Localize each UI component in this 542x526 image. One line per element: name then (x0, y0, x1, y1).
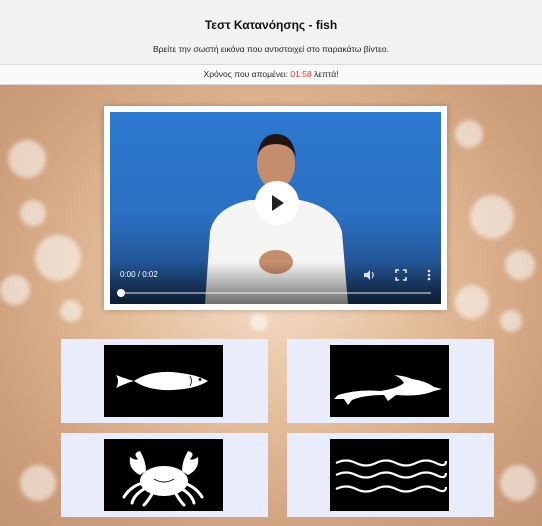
bokeh-light (500, 465, 536, 501)
instruction-text: Βρείτε την σωστή εικόνα που αντιστοιχεί … (152, 44, 390, 54)
fish-icon (116, 371, 208, 391)
answer-choice-dolphin[interactable] (287, 339, 494, 423)
video-frame: 0:00 / 0:02 (104, 106, 447, 310)
water-image (330, 439, 449, 511)
dolphin-image (330, 345, 449, 417)
bokeh-light (60, 300, 82, 322)
video-player[interactable]: 0:00 / 0:02 (110, 112, 441, 304)
fish-image (104, 345, 223, 417)
answer-choice-crab[interactable] (61, 433, 268, 517)
timer-value: 01:58 (290, 69, 312, 79)
crab-image (104, 439, 223, 511)
dolphin-icon (334, 375, 442, 405)
bokeh-light (455, 120, 483, 148)
timer-prefix: Χρόνος που απομένει: (203, 69, 291, 79)
progress-knob[interactable] (117, 289, 125, 297)
answer-choice-fish[interactable] (61, 339, 268, 423)
bokeh-light (35, 235, 81, 281)
bokeh-light (470, 195, 514, 239)
play-icon (272, 195, 284, 211)
play-button[interactable] (255, 181, 299, 225)
bokeh-light (8, 140, 46, 178)
more-options-icon[interactable] (422, 268, 436, 282)
video-timecode: 0:00 / 0:02 (120, 270, 158, 279)
volume-icon[interactable] (362, 268, 376, 282)
bokeh-light (0, 275, 30, 305)
water-waves-icon (335, 459, 448, 493)
answer-choice-water[interactable] (287, 433, 494, 517)
bokeh-light (20, 200, 46, 226)
video-progress-bar[interactable] (117, 289, 431, 297)
fullscreen-icon[interactable] (394, 268, 408, 282)
bokeh-light (455, 285, 489, 319)
page-title: Τεστ Κατανόησης - fish (204, 18, 338, 32)
quiz-header: Τεστ Κατανόησης - fish Βρείτε την σωστή … (0, 0, 542, 65)
timer-suffix: λεπτά! (311, 69, 339, 79)
bokeh-light (20, 465, 56, 501)
timer-bar: Χρόνος που απομένει: 01:58 λεπτά! (0, 65, 542, 85)
bokeh-light (500, 310, 522, 332)
video-controls: 0:00 / 0:02 (110, 262, 441, 304)
bokeh-light (250, 313, 268, 331)
bokeh-light (505, 250, 535, 280)
crab-icon (122, 451, 204, 507)
